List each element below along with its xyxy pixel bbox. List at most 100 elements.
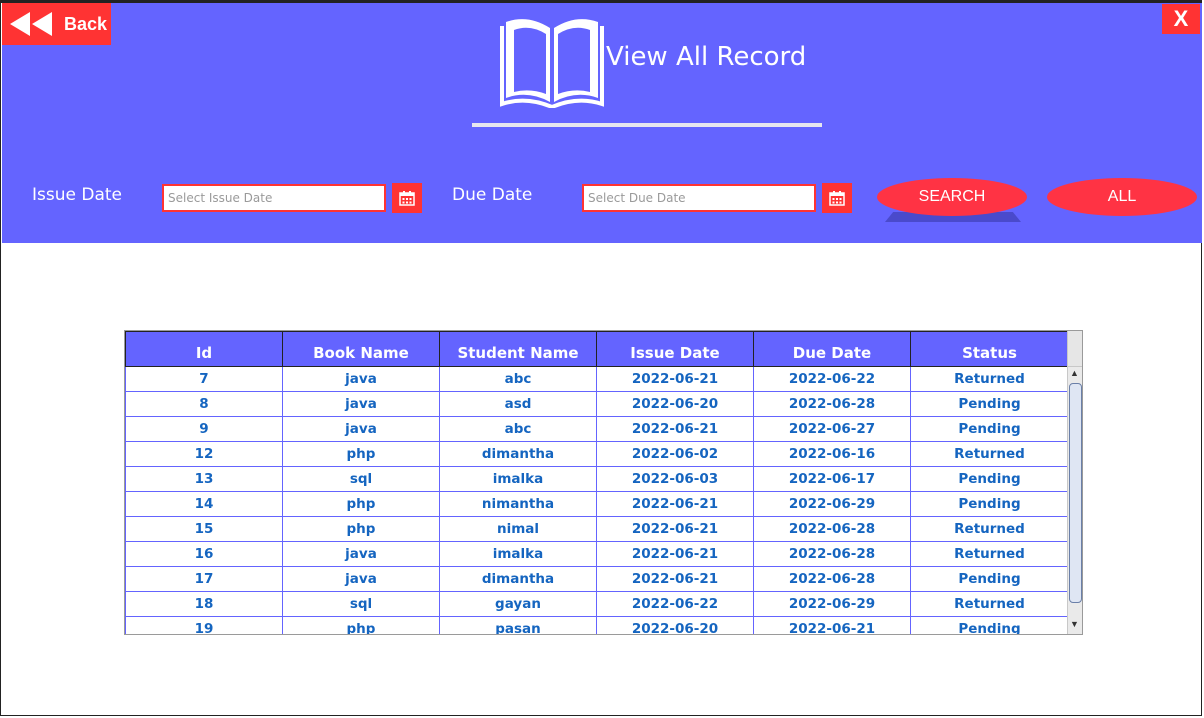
cell-book-name: php [282,616,440,634]
cell-book-name: php [282,491,440,517]
table-row[interactable]: 8 java asd 2022-06-20 2022-06-28 Pending [125,391,1069,417]
cell-due-date: 2022-06-29 [753,591,911,617]
cell-book-name: java [282,391,440,417]
cell-student-name: asd [439,391,597,417]
cell-status: Returned [910,516,1069,542]
cell-status: Returned [910,441,1069,467]
cell-book-name: php [282,441,440,467]
table-row[interactable]: 12 php dimantha 2022-06-02 2022-06-16 Returne… [125,441,1069,467]
cell-status: Pending [910,391,1069,417]
table-vertical-scrollbar[interactable]: ▲ ▼ [1067,331,1082,634]
cell-book-name: php [282,516,440,542]
cell-issue-date: 2022-06-20 [596,616,754,634]
cell-student-name: abc [439,366,597,392]
cell-id: 16 [125,541,283,567]
cell-id: 14 [125,491,283,517]
cell-id: 8 [125,391,283,417]
cell-student-name: imalka [439,466,597,492]
cell-due-date: 2022-06-17 [753,466,911,492]
cell-id: 19 [125,616,283,634]
all-button[interactable]: ALL [1047,178,1197,216]
table-row[interactable]: 13 sql imalka 2022-06-03 2022-06-17 Pending [125,466,1069,492]
issue-date-input[interactable] [162,184,386,212]
cell-id: 12 [125,441,283,467]
column-header-book-name[interactable]: Book Name [282,331,440,367]
cell-status: Pending [910,616,1069,634]
cell-id: 18 [125,591,283,617]
cell-due-date: 2022-06-28 [753,391,911,417]
calendar-icon [399,191,415,206]
cell-id: 9 [125,416,283,442]
issue-date-calendar-button[interactable] [392,183,422,213]
cell-status: Returned [910,591,1069,617]
scrollbar-thumb[interactable] [1069,383,1082,603]
back-label: Back [64,13,108,34]
cell-student-name: nimal [439,516,597,542]
column-header-due-date[interactable]: Due Date [753,331,911,367]
cell-book-name: java [282,366,440,392]
book-icon [500,19,604,108]
cell-status: Pending [910,491,1069,517]
cell-student-name: pasan [439,616,597,634]
search-button[interactable]: SEARCH [877,178,1027,216]
cell-student-name: abc [439,416,597,442]
scroll-up-arrow-icon[interactable]: ▲ [1070,368,1079,378]
title-underline [472,123,822,127]
cell-due-date: 2022-06-28 [753,516,911,542]
cell-issue-date: 2022-06-03 [596,466,754,492]
column-header-issue-date[interactable]: Issue Date [596,331,754,367]
close-label: X [1173,6,1189,31]
records-table[interactable]: Id Book Name Student Name Issue Date Due… [124,330,1083,635]
cell-status: Pending [910,566,1069,592]
table-row[interactable]: 16 java imalka 2022-06-21 2022-06-28 Returned [125,541,1069,567]
table-row[interactable]: 17 java dimantha 2022-06-21 2022-06-28 Pendin… [125,566,1069,592]
cell-student-name: gayan [439,591,597,617]
cell-issue-date: 2022-06-21 [596,416,754,442]
cell-student-name: nimantha [439,491,597,517]
table-row[interactable]: 14 php nimantha 2022-06-21 2022-06-29 Pending [125,491,1069,517]
column-header-status[interactable]: Status [910,331,1069,367]
cell-issue-date: 2022-06-20 [596,391,754,417]
back-button[interactable]: Back [2,3,111,45]
cell-issue-date: 2022-06-21 [596,516,754,542]
cell-id: 13 [125,466,283,492]
cell-status: Returned [910,366,1069,392]
cell-issue-date: 2022-06-21 [596,541,754,567]
table-row[interactable]: 18 sql gayan 2022-06-22 2022-06-29 Returned [125,591,1069,617]
page-title: View All Record [606,42,807,72]
cell-issue-date: 2022-06-21 [596,566,754,592]
cell-book-name: java [282,541,440,567]
rewind-icon [10,12,52,36]
table-row[interactable]: 9 java abc 2022-06-21 2022-06-27 Pending [125,416,1069,442]
cell-status: Returned [910,541,1069,567]
cell-student-name: dimantha [439,441,597,467]
table-row[interactable]: 19 php pasan 2022-06-20 2022-06-21 Pending [125,616,1069,634]
cell-id: 15 [125,516,283,542]
scrollbar-corner [1068,331,1082,367]
cell-id: 7 [125,366,283,392]
table-header-row: Id Book Name Student Name Issue Date Due… [125,331,1069,367]
cell-book-name: java [282,416,440,442]
cell-due-date: 2022-06-27 [753,416,911,442]
cell-book-name: java [282,566,440,592]
cell-due-date: 2022-06-28 [753,566,911,592]
cell-issue-date: 2022-06-21 [596,491,754,517]
table-row[interactable]: 15 php nimal 2022-06-21 2022-06-28 Returned [125,516,1069,542]
cell-due-date: 2022-06-21 [753,616,911,634]
column-header-id[interactable]: Id [125,331,283,367]
cell-status: Pending [910,466,1069,492]
cell-due-date: 2022-06-22 [753,366,911,392]
calendar-icon [829,191,845,206]
due-date-input[interactable] [582,184,816,212]
table-row[interactable]: 7 java abc 2022-06-21 2022-06-22 Returned [125,366,1069,392]
cell-book-name: sql [282,466,440,492]
column-header-student-name[interactable]: Student Name [439,331,597,367]
scroll-down-arrow-icon[interactable]: ▼ [1070,619,1079,629]
cell-id: 17 [125,566,283,592]
due-date-calendar-button[interactable] [822,183,852,213]
close-button[interactable]: X [1162,4,1200,34]
cell-student-name: imalka [439,541,597,567]
cell-due-date: 2022-06-28 [753,541,911,567]
cell-status: Pending [910,416,1069,442]
due-date-label: Due Date [452,185,533,205]
